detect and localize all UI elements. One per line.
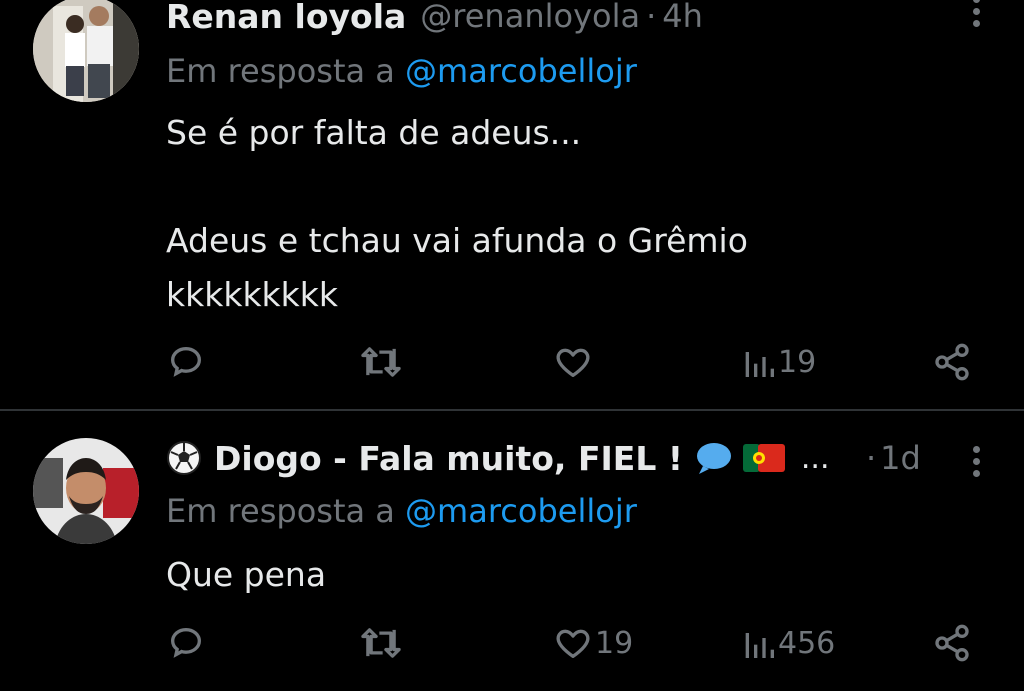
tweet-divider — [0, 409, 1024, 411]
display-name[interactable]: Diogo - Fala muito, FIEL ! — [214, 439, 683, 478]
share-button[interactable] — [932, 342, 972, 382]
tweet-text-line: Que pena — [166, 555, 327, 594]
like-button[interactable]: 19 — [553, 623, 633, 663]
views-count: 456 — [778, 625, 836, 661]
display-name[interactable]: Renan loyola — [166, 0, 406, 36]
reply-context: Em resposta a @marcobellojr — [166, 492, 637, 530]
tweet-text-line: Se é por falta de adeus... — [166, 113, 582, 152]
tweet-text: Que pena — [166, 548, 326, 602]
reply-button[interactable] — [166, 623, 208, 663]
views-count: 19 — [778, 344, 817, 380]
separator-dot: · — [866, 439, 877, 477]
reply-mention-link[interactable]: @marcobellojr — [405, 492, 637, 530]
tweet-text-line: Adeus e tchau vai afunda o Grêmio — [166, 221, 748, 260]
reply-prefix: Em resposta a — [166, 52, 395, 90]
soccer-ball-icon — [167, 441, 201, 475]
avatar[interactable] — [33, 0, 139, 102]
timestamp[interactable]: 1d — [880, 439, 921, 477]
reply-context: Em resposta a @marcobellojr — [166, 52, 637, 90]
like-count: 19 — [595, 625, 634, 661]
timestamp[interactable]: 4h — [662, 0, 703, 35]
heart-icon — [556, 348, 590, 377]
retweet-button[interactable] — [358, 342, 406, 382]
avatar[interactable] — [33, 438, 139, 544]
share-icon — [935, 624, 969, 662]
views-icon — [745, 633, 774, 658]
reply-prefix: Em resposta a — [166, 492, 395, 530]
name-truncation: ... — [800, 440, 830, 476]
portugal-flag-icon — [742, 444, 785, 472]
views-button[interactable]: 19 — [742, 342, 816, 382]
speech-bubble-icon — [696, 443, 731, 474]
retweet-icon — [361, 347, 401, 377]
reply-button[interactable] — [166, 342, 208, 382]
reply-mention-link[interactable]: @marcobellojr — [405, 52, 637, 90]
separator-dot: · — [646, 0, 657, 35]
views-button[interactable]: 456 — [742, 623, 835, 663]
author-row: Renan loyola @renanloyola · 4h — [166, 0, 703, 36]
share-icon — [935, 343, 969, 381]
tweet-text-line: kkkkkkkkk — [166, 275, 338, 314]
share-button[interactable] — [932, 623, 972, 663]
more-icon[interactable] — [970, 446, 982, 477]
reply-icon — [170, 627, 202, 658]
author-row: Diogo - Fala muito, FIEL ! ... — [166, 438, 830, 478]
tweet[interactable]: Renan loyola @renanloyola · 4h Em respos… — [0, 0, 1024, 410]
tweet-text: Se é por falta de adeus... Adeus e tchau… — [166, 106, 748, 322]
heart-icon — [556, 629, 590, 658]
more-icon[interactable] — [970, 0, 982, 27]
timestamp-group: · 1d — [866, 438, 921, 478]
tweet-text-line — [166, 160, 748, 214]
retweet-icon — [361, 628, 401, 658]
like-button[interactable] — [553, 342, 595, 382]
views-icon — [745, 352, 774, 377]
retweet-button[interactable] — [358, 623, 406, 663]
reply-icon — [170, 346, 202, 377]
user-handle[interactable]: @renanloyola — [420, 0, 640, 35]
